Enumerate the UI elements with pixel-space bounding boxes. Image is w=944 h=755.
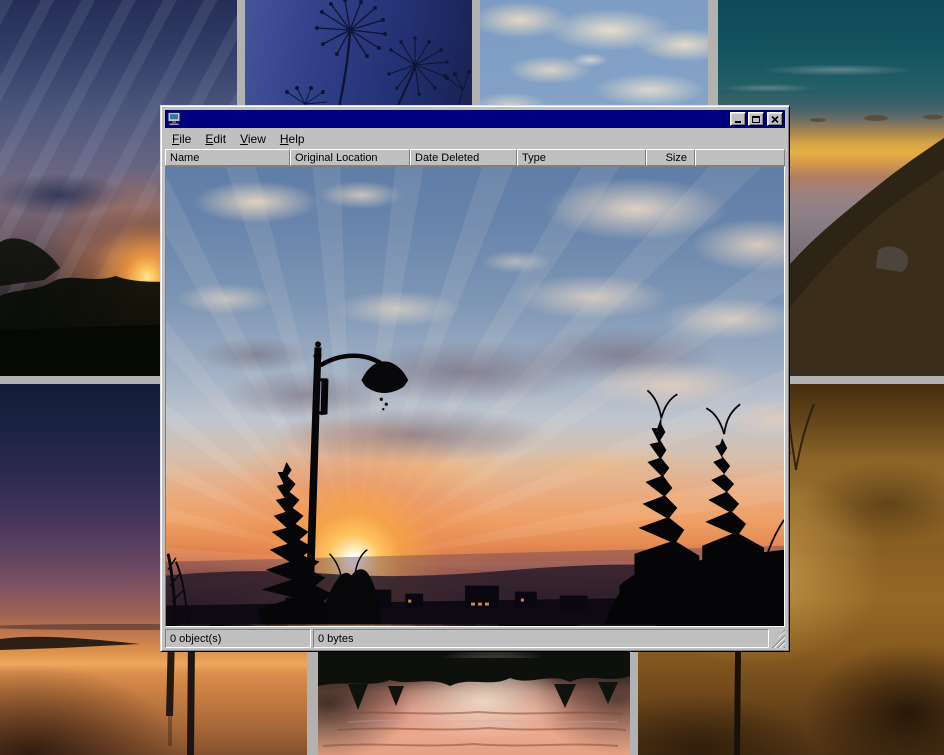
menu-bar: File Edit View Help bbox=[165, 129, 785, 149]
minimize-icon bbox=[735, 121, 741, 123]
status-object-count: 0 object(s) bbox=[165, 629, 311, 648]
maximize-icon bbox=[752, 116, 760, 123]
menu-file[interactable]: File bbox=[166, 130, 197, 148]
column-header-filler bbox=[695, 149, 785, 166]
client-background-photo bbox=[166, 167, 784, 626]
desktop: File Edit View Help Name Original Locati… bbox=[0, 0, 944, 755]
status-total-size: 0 bytes bbox=[313, 629, 769, 648]
menu-help[interactable]: Help bbox=[274, 130, 311, 148]
maximize-button[interactable] bbox=[748, 112, 764, 126]
column-header-original-location[interactable]: Original Location bbox=[290, 149, 410, 166]
column-header-date-deleted[interactable]: Date Deleted bbox=[410, 149, 517, 166]
column-header-size[interactable]: Size bbox=[646, 149, 695, 166]
menu-view[interactable]: View bbox=[234, 130, 272, 148]
minimize-button[interactable] bbox=[730, 112, 746, 126]
menu-edit[interactable]: Edit bbox=[199, 130, 232, 148]
computer-icon[interactable] bbox=[167, 112, 181, 126]
close-icon bbox=[771, 116, 779, 123]
column-header-name[interactable]: Name bbox=[165, 149, 290, 166]
list-column-headers: Name Original Location Date Deleted Type… bbox=[165, 149, 785, 166]
status-bar: 0 object(s) 0 bytes bbox=[165, 629, 785, 648]
recycle-bin-window: File Edit View Help Name Original Locati… bbox=[160, 105, 790, 652]
close-button[interactable] bbox=[767, 112, 783, 126]
column-header-type[interactable]: Type bbox=[517, 149, 646, 166]
resize-grip[interactable] bbox=[771, 629, 785, 648]
window-titlebar[interactable] bbox=[165, 110, 785, 128]
folder-view-area[interactable] bbox=[165, 166, 785, 627]
sunset-silhouettes bbox=[166, 167, 784, 625]
